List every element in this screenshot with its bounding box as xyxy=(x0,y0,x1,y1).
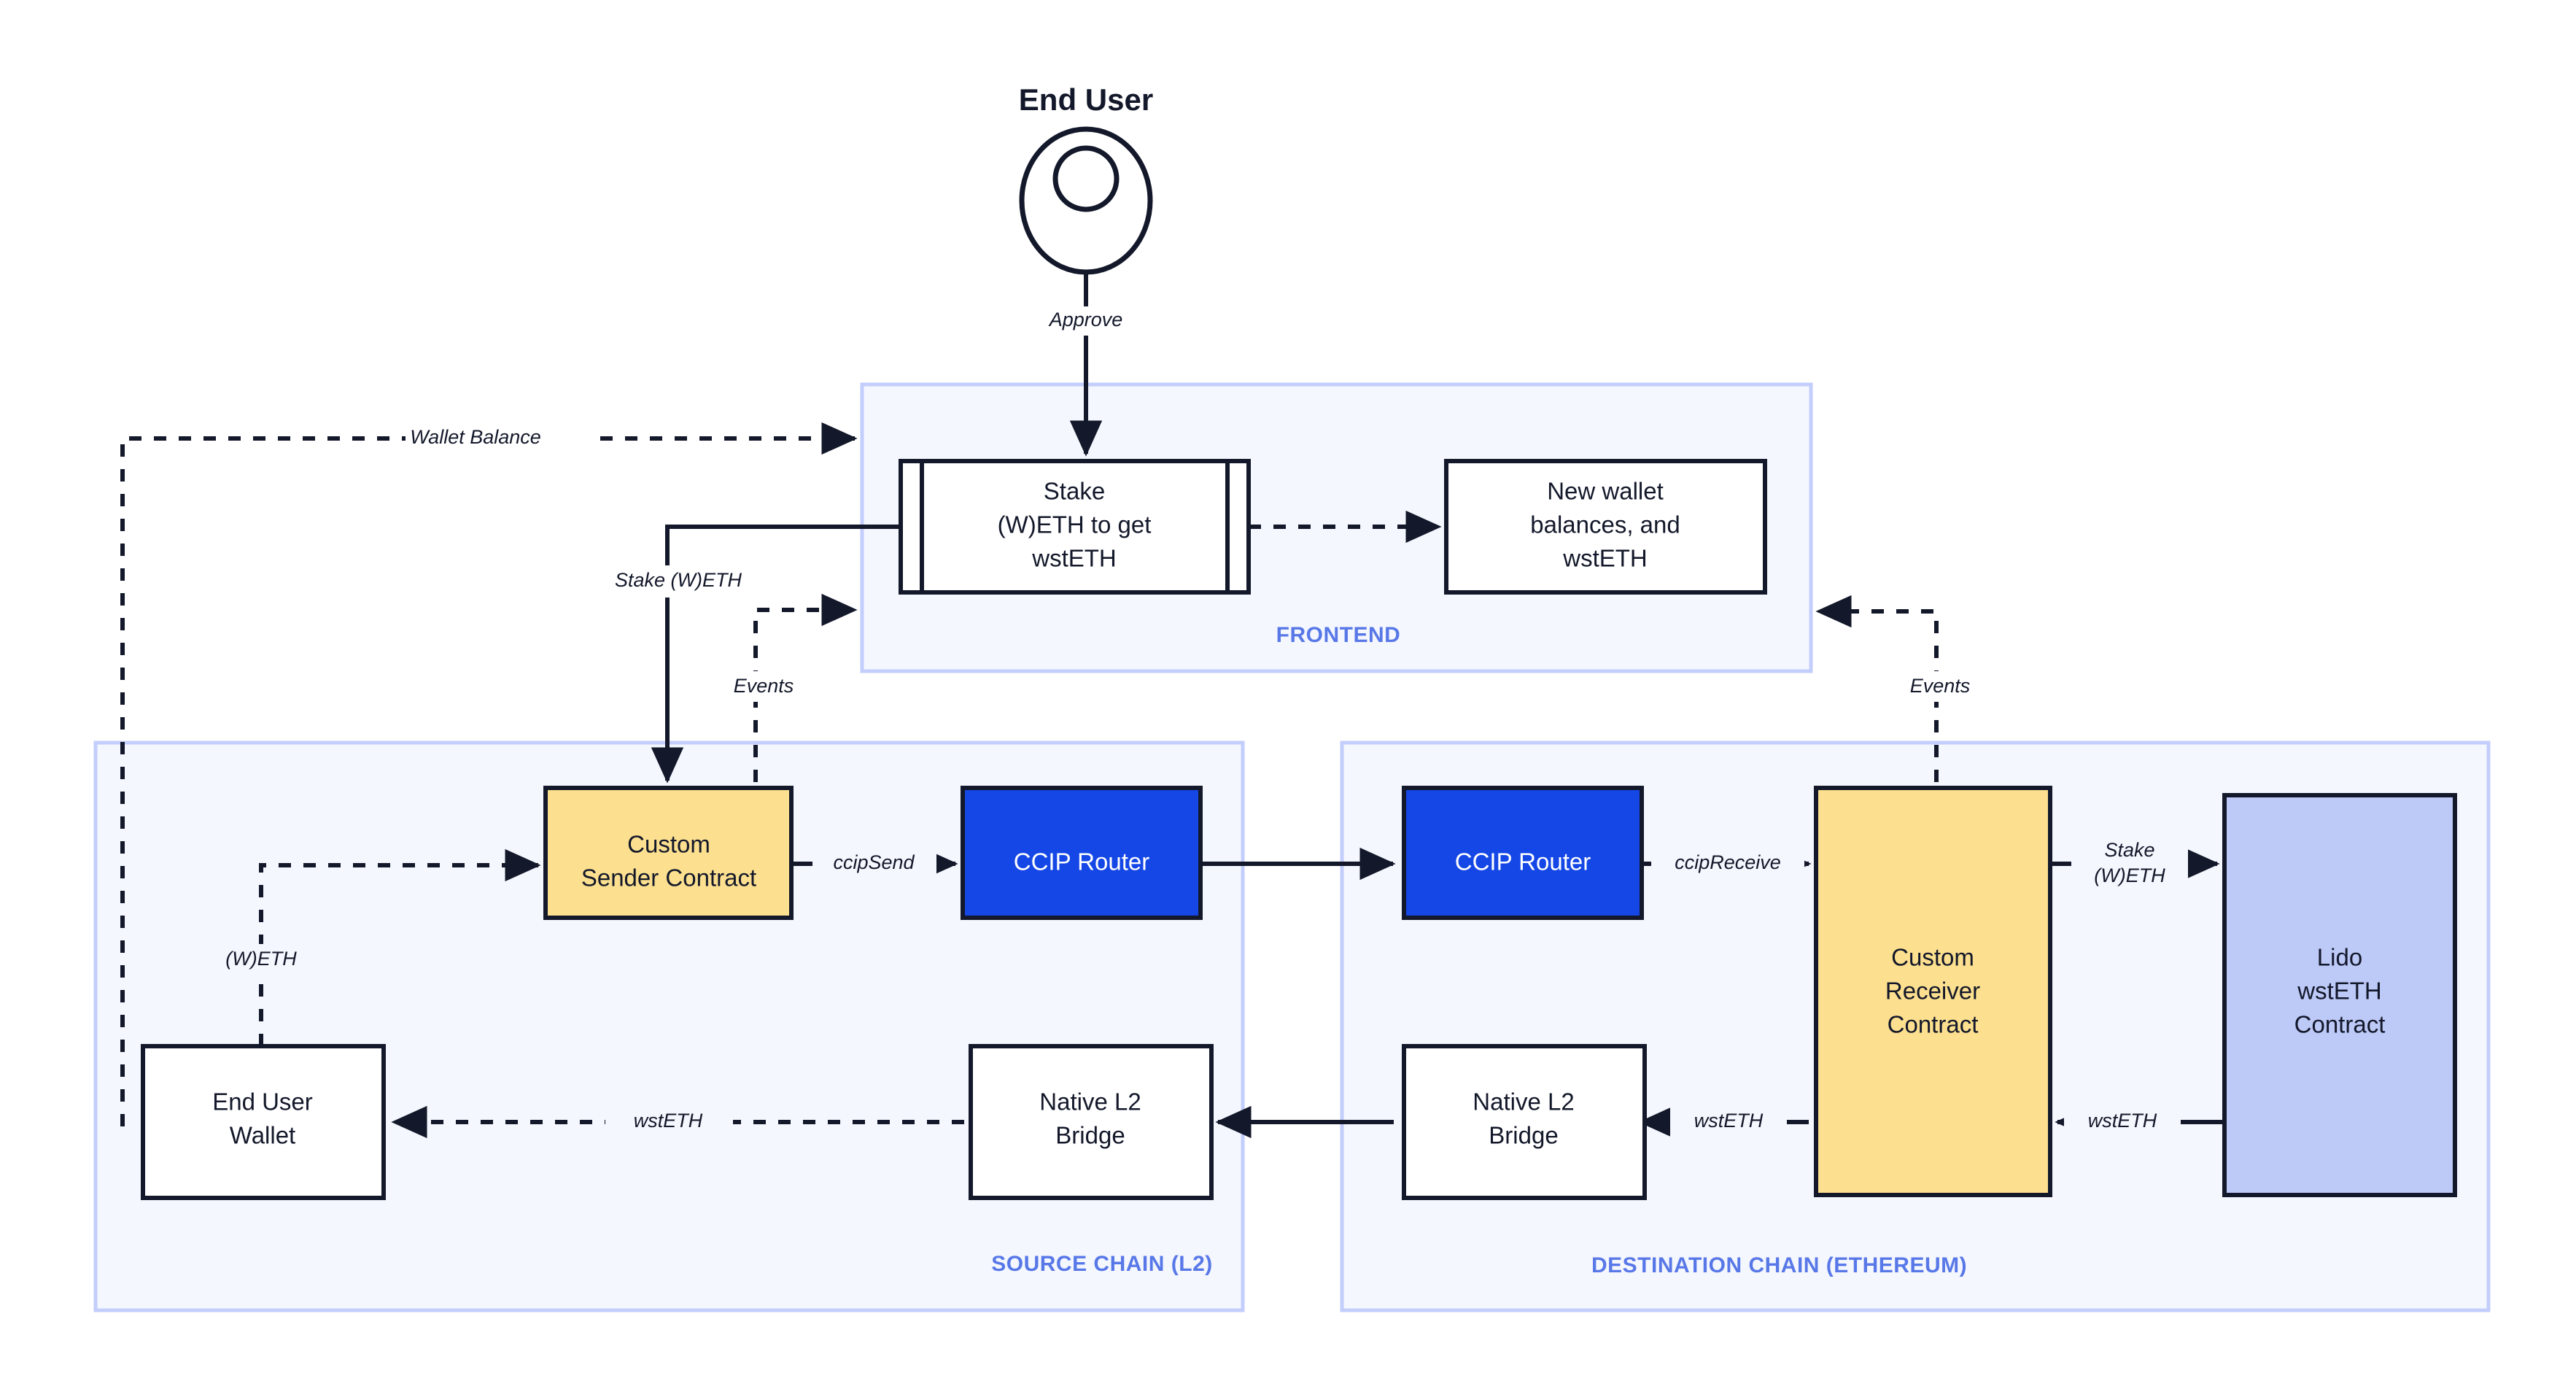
node-new-balances[interactable]: New wallet balances, and wstETH xyxy=(1444,459,1767,595)
edge-label-stake-weth-lido-2: (W)ETH xyxy=(2094,865,2165,886)
custom-sender-label-line1: Custom xyxy=(627,831,710,858)
edge-label-events-source: Events xyxy=(734,675,794,697)
edge-label-events-destination: Events xyxy=(1910,675,1971,697)
custom-sender-label-line2: Sender Contract xyxy=(581,865,756,892)
custom-receiver-label-line1: Custom xyxy=(1891,944,1974,971)
edge-label-ccipreceive: ccipReceive xyxy=(1675,851,1781,873)
ccip-router-dest-label: CCIP Router xyxy=(1455,848,1591,875)
edge-ccipsend: ccipSend xyxy=(791,847,958,881)
node-stake-form[interactable]: Stake (W)ETH to get wstETH xyxy=(899,459,1251,595)
native-bridge-dest-label-line1: Native L2 xyxy=(1473,1088,1574,1115)
node-native-bridge-source[interactable]: Native L2 Bridge xyxy=(969,1044,1214,1200)
stake-form-label-line3: wstETH xyxy=(1031,545,1117,572)
edge-label-weth: (W)ETH xyxy=(225,948,297,970)
ccip-router-source-label: CCIP Router xyxy=(1014,848,1149,875)
actor-end-user-label: End User xyxy=(1019,82,1153,117)
edge-label-wsteth-source: wstETH xyxy=(634,1110,703,1132)
end-user-wallet-label-line2: Wallet xyxy=(230,1122,295,1149)
edge-label-wallet-balance: Wallet Balance xyxy=(410,426,541,448)
lido-wsteth-label-line2: wstETH xyxy=(2297,978,2382,1005)
stake-form-label-line2: (W)ETH to get xyxy=(998,511,1152,538)
actor-end-user: End User xyxy=(1019,82,1153,275)
node-end-user-wallet[interactable]: End User Wallet xyxy=(141,1044,386,1200)
node-ccip-router-destination[interactable]: CCIP Router xyxy=(1402,786,1644,920)
edge-ccipreceive: ccipReceive xyxy=(1632,847,1812,881)
custom-receiver-label-line3: Contract xyxy=(1888,1011,1979,1038)
new-balances-label-line3: wstETH xyxy=(1562,545,1648,572)
lido-wsteth-label-line1: Lido xyxy=(2317,944,2362,971)
frontend-panel-label: FRONTEND xyxy=(1276,623,1401,647)
edge-label-wsteth-receiver: wstETH xyxy=(1694,1110,1764,1132)
node-custom-sender-contract[interactable]: Custom Sender Contract xyxy=(543,786,794,920)
node-ccip-router-source[interactable]: CCIP Router xyxy=(961,786,1203,920)
edge-label-stake-weth-lido-1: Stake xyxy=(2104,839,2154,861)
native-bridge-source-label-line2: Bridge xyxy=(1055,1122,1125,1149)
new-balances-label-line2: balances, and xyxy=(1530,511,1680,538)
native-bridge-source-label-line1: Native L2 xyxy=(1039,1088,1141,1115)
node-native-bridge-destination[interactable]: Native L2 Bridge xyxy=(1402,1044,1647,1200)
lido-wsteth-label-line3: Contract xyxy=(2294,1011,2386,1038)
edge-label-ccipsend: ccipSend xyxy=(833,851,915,873)
source-chain-panel-label: SOURCE CHAIN (L2) xyxy=(991,1252,1213,1276)
architecture-diagram: FRONTEND SOURCE CHAIN (L2) DESTINATION C… xyxy=(0,0,2576,1400)
new-balances-label-line1: New wallet xyxy=(1547,478,1664,505)
edge-label-stake-weth: Stake (W)ETH xyxy=(615,569,742,591)
end-user-wallet-label-line1: End User xyxy=(212,1088,313,1115)
node-lido-wsteth-contract[interactable]: Lido wstETH Contract xyxy=(2222,793,2457,1197)
native-bridge-dest-label-line2: Bridge xyxy=(1489,1122,1558,1149)
edge-label-approve: Approve xyxy=(1048,309,1123,330)
edge-label-wsteth-lido: wstETH xyxy=(2088,1110,2157,1132)
destination-chain-panel-label: DESTINATION CHAIN (ETHEREUM) xyxy=(1591,1253,1967,1277)
stake-form-label-line1: Stake xyxy=(1044,478,1105,505)
custom-receiver-label-line2: Receiver xyxy=(1885,978,1980,1005)
node-custom-receiver-contract[interactable]: Custom Receiver Contract xyxy=(1814,786,2052,1197)
